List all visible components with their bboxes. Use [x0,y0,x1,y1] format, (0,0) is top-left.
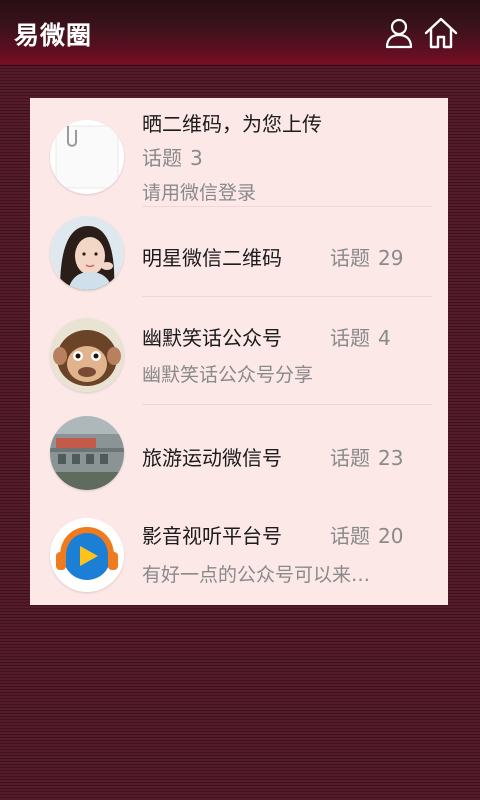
user-icon[interactable] [381,14,417,52]
item-title: 明星微信二维码 [142,246,282,270]
paperclip-note-avatar [50,120,124,194]
item-title: 晒二维码，为您上传 [142,112,322,136]
divider [142,206,432,207]
item-title: 旅游运动微信号 [142,446,282,470]
media-player-logo-avatar [50,518,124,592]
home-icon[interactable] [423,14,459,52]
list-item[interactable]: 明星微信二维码 话题 29 [30,208,448,298]
item-subtitle: 请用微信登录 [142,182,257,204]
woman-photo-avatar [50,216,124,290]
item-subtitle: 幽默笑话公众号分享 [142,364,314,386]
list-item[interactable]: 晒二维码，为您上传 话题 3 请用微信登录 [30,98,448,206]
top-bar: 易微圈 [0,0,480,66]
topic-count: 话题 3 [142,146,203,170]
divider [142,296,432,297]
topic-count: 话题 4 [330,326,391,350]
item-title: 幽默笑话公众号 [142,326,282,350]
topic-count: 话题 29 [330,246,404,270]
divider [142,404,432,405]
topic-count: 话题 20 [330,524,404,548]
list-item[interactable]: 旅游运动微信号 话题 23 [30,406,448,498]
monkey-photo-avatar [50,318,124,392]
building-photo-avatar [50,416,124,490]
item-title: 影音视听平台号 [142,524,282,548]
item-subtitle: 有好一点的公众号可以来… [142,564,371,586]
group-list-card: 晒二维码，为您上传 话题 3 请用微信登录 明星微信二维码 话题 29 幽默笑话… [30,98,448,605]
topic-count: 话题 23 [330,446,404,470]
app-title: 易微圈 [14,21,93,50]
list-item[interactable]: 幽默笑话公众号 话题 4 幽默笑话公众号分享 [30,298,448,406]
list-item[interactable]: 影音视听平台号 话题 20 有好一点的公众号可以来… [30,500,448,605]
